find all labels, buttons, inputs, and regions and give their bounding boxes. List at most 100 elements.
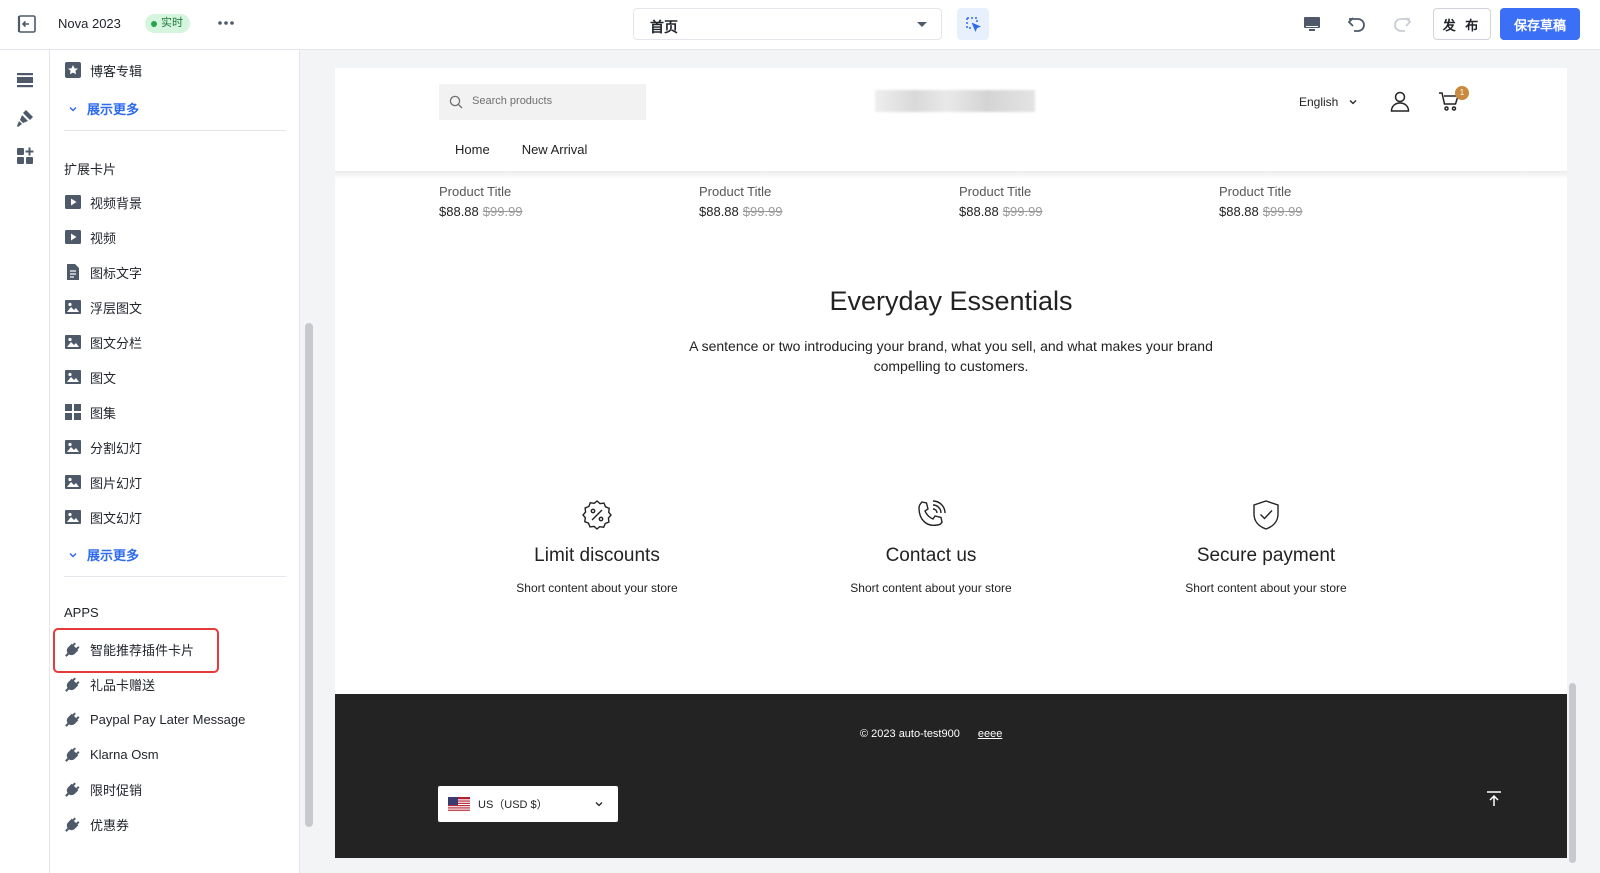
sidebar-item-app[interactable]: 限时促销 — [64, 774, 142, 804]
sidebar-item-blog-album[interactable]: 博客专辑 — [64, 55, 142, 85]
preview-scroll-thumb[interactable] — [1569, 683, 1576, 863]
product-original-price: $99.99 — [482, 204, 523, 219]
star-bookmark-icon — [65, 62, 81, 78]
cart-count-badge: 1 — [1455, 86, 1469, 100]
caret-down-icon — [917, 22, 927, 27]
chevron-down-icon — [1349, 100, 1357, 105]
footer-copyright: © 2023 auto-test900 eeee — [860, 728, 1002, 740]
select-cursor-icon — [966, 17, 981, 32]
plug-icon — [64, 780, 82, 798]
apps-grid-icon[interactable] — [14, 145, 36, 167]
save-draft-button[interactable]: 保存草稿 — [1500, 8, 1580, 40]
highlight-box — [53, 628, 219, 673]
product-card[interactable]: Product Title $88.88 $99.99 — [959, 184, 1043, 219]
select-element-button[interactable] — [957, 8, 989, 40]
sidebar-item-label: 图标文字 — [90, 265, 143, 281]
publish-button[interactable]: 发 布 — [1433, 8, 1491, 40]
divider — [64, 576, 286, 577]
sidebar-item-app[interactable]: Paypal Pay Later Message — [64, 704, 245, 734]
sidebar-item-label: Klarna Osm — [90, 746, 159, 762]
product-card[interactable]: Product Title $88.88 $99.99 — [1219, 184, 1303, 219]
nav-item-new-arrival[interactable]: New Arrival — [522, 142, 588, 157]
product-original-price: $99.99 — [1002, 204, 1043, 219]
product-title: Product Title — [439, 184, 512, 199]
search-input[interactable]: Search products — [439, 84, 646, 120]
sections-icon[interactable] — [14, 69, 36, 91]
theme-brush-icon[interactable] — [14, 107, 36, 129]
currency-select[interactable]: US（USD $） — [438, 786, 618, 822]
sidebar-item-extended[interactable]: 图文幻灯 — [64, 502, 142, 532]
sidebar-item-label: 优惠券 — [90, 817, 130, 833]
sidebar-item-label: 图文幻灯 — [90, 510, 143, 526]
image-icon — [64, 298, 82, 316]
plug-icon — [64, 815, 82, 833]
essentials-text: A sentence or two introducing your brand… — [689, 338, 1213, 374]
store-footer: © 2023 auto-test900 eeee US（USD $） — [335, 694, 1567, 858]
sidebar-item-label: 图集 — [90, 405, 117, 421]
product-price: $88.88 — [1219, 204, 1259, 219]
show-more-label: 展示更多 — [87, 548, 140, 563]
document-icon — [64, 263, 82, 281]
sidebar-item-extended[interactable]: 视频 — [64, 222, 116, 252]
product-card[interactable]: Product Title $88.88 $99.99 — [439, 184, 523, 219]
product-price: $88.88 — [439, 204, 479, 219]
show-more-link[interactable]: 展示更多 — [68, 99, 139, 118]
sidebar-item-extended[interactable]: 图标文字 — [64, 257, 142, 287]
header-shadow — [335, 171, 1567, 179]
section-title-extended: 扩展卡片 — [64, 162, 117, 177]
sidebar-item-label: 图文 — [90, 370, 117, 386]
status-badge: 实时 — [145, 14, 190, 33]
product-title: Product Title — [1219, 184, 1292, 199]
page-select[interactable]: 首页 — [633, 8, 942, 40]
plug-icon — [64, 675, 82, 693]
nav-item-home[interactable]: Home — [455, 142, 490, 157]
store-logo[interactable] — [875, 90, 1035, 112]
show-more-link[interactable]: 展示更多 — [68, 545, 139, 564]
desktop-preview-icon[interactable] — [1300, 12, 1324, 36]
sidebar-item-label: 图文分栏 — [90, 335, 143, 351]
chevron-down-icon — [69, 106, 77, 112]
exit-icon[interactable] — [16, 13, 38, 35]
redo-icon[interactable] — [1390, 12, 1414, 36]
sidebar-item-extended[interactable]: 视频背景 — [64, 187, 142, 217]
chevron-down-icon — [595, 802, 603, 807]
grid-icon — [64, 403, 82, 421]
sidebar: 博客专辑 展示更多 扩展卡片 视频背景视频图标文字浮层图文图文分栏图文图集分割幻… — [50, 50, 300, 873]
left-rail — [0, 50, 50, 873]
sidebar-item-extended[interactable]: 图文分栏 — [64, 327, 142, 357]
sidebar-item-app[interactable]: Klarna Osm — [64, 739, 159, 769]
sidebar-item-label: 礼品卡赠送 — [90, 677, 156, 693]
discount-badge-icon — [582, 500, 612, 530]
product-card[interactable]: Product Title $88.88 $99.99 — [699, 184, 783, 219]
feature-text: Short content about your store — [850, 581, 1012, 595]
user-icon[interactable] — [1389, 90, 1411, 115]
more-icon[interactable] — [216, 12, 236, 32]
undo-icon[interactable] — [1345, 12, 1369, 36]
sidebar-item-app[interactable]: 礼品卡赠送 — [64, 669, 155, 699]
essentials-title: Everyday Essentials — [829, 286, 1073, 316]
main-nav: Home New Arrival — [455, 142, 587, 157]
section-title-apps: APPS — [64, 605, 99, 620]
sidebar-item-extended[interactable]: 分割幻灯 — [64, 432, 142, 462]
back-to-top-icon[interactable] — [1485, 790, 1503, 811]
feature-title: Contact us — [885, 545, 977, 566]
us-flag-icon — [448, 796, 470, 812]
sidebar-item-extended[interactable]: 图集 — [64, 397, 116, 427]
product-title: Product Title — [699, 184, 772, 199]
footer-link[interactable]: eeee — [978, 728, 1002, 740]
sidebar-item-extended[interactable]: 图文 — [64, 362, 116, 392]
page-select-value: 首页 — [650, 19, 678, 35]
sidebar-item-app[interactable]: 优惠券 — [64, 809, 129, 839]
chevron-down-icon — [69, 552, 77, 558]
sidebar-item-extended[interactable]: 图片幻灯 — [64, 467, 142, 497]
currency-value: US（USD $） — [478, 799, 548, 811]
sidebar-item-extended[interactable]: 浮层图文 — [64, 292, 142, 322]
product-price: $88.88 — [699, 204, 739, 219]
sidebar-item-label: 图片幻灯 — [90, 475, 143, 491]
sidebar-scroll-thumb[interactable] — [305, 323, 313, 827]
play-icon — [64, 228, 82, 246]
image-icon — [64, 438, 82, 456]
language-select[interactable]: English — [1299, 95, 1358, 109]
product-price: $88.88 — [959, 204, 999, 219]
sidebar-item-label: 视频 — [90, 230, 117, 246]
